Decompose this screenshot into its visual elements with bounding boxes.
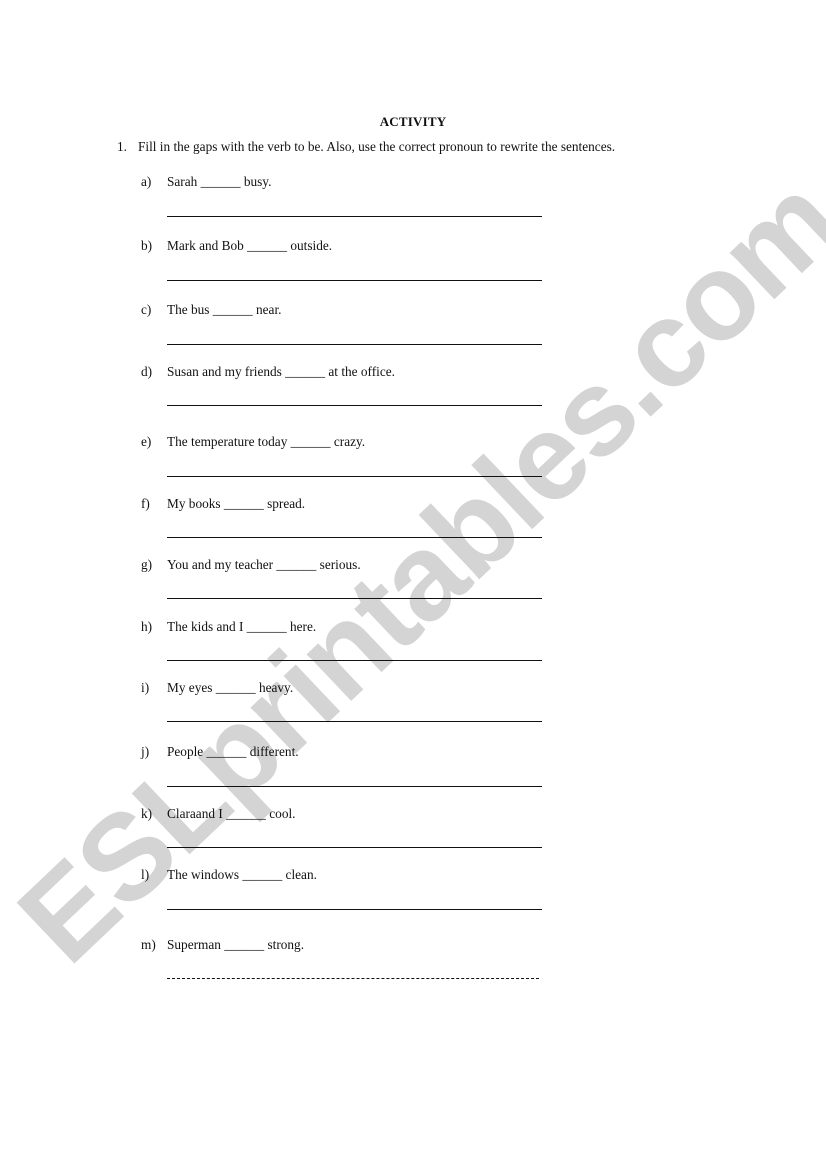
- answer-line[interactable]: [167, 721, 542, 722]
- item-label: a): [141, 174, 152, 189]
- answer-line[interactable]: [167, 598, 542, 599]
- item-sentence: The kids and I ______ here.: [167, 619, 317, 634]
- instruction-text: Fill in the gaps with the verb to be. Al…: [138, 139, 616, 154]
- answer-line[interactable]: [167, 280, 542, 281]
- exercise-item: a) Sarah ______ busy.: [141, 174, 271, 190]
- item-label: j): [141, 744, 150, 759]
- item-label: d): [141, 364, 153, 379]
- answer-line[interactable]: [167, 847, 542, 848]
- exercise-item: c) The bus ______ near.: [141, 302, 281, 318]
- item-sentence: Mark and Bob ______ outside.: [167, 238, 333, 253]
- answer-line[interactable]: [167, 476, 542, 477]
- answer-line[interactable]: [167, 978, 539, 979]
- answer-line[interactable]: [167, 216, 542, 217]
- exercise-item: g) You and my teacher ______ serious.: [141, 557, 361, 573]
- item-label: m): [141, 937, 156, 952]
- exercise-item: m) Superman ______ strong.: [141, 937, 304, 953]
- exercise-item: e) The temperature today ______ crazy.: [141, 434, 365, 450]
- answer-line[interactable]: [167, 344, 542, 345]
- worksheet-page: ESLprintables.com ACTIVITY 1. Fill in the…: [0, 0, 826, 1169]
- item-label: l): [141, 867, 150, 882]
- item-label: g): [141, 557, 153, 572]
- item-sentence: Susan and my friends ______ at the offic…: [167, 364, 395, 379]
- answer-line[interactable]: [167, 909, 542, 910]
- item-sentence: My books ______ spread.: [167, 496, 306, 511]
- item-label: h): [141, 619, 153, 634]
- exercise-item: k) Claraand I ______ cool.: [141, 806, 296, 822]
- item-label: b): [141, 238, 153, 253]
- answer-line[interactable]: [167, 660, 542, 661]
- instruction-number: 1.: [117, 139, 127, 154]
- item-sentence: You and my teacher ______ serious.: [167, 557, 361, 572]
- exercise-item: i) My eyes ______ heavy.: [141, 680, 293, 696]
- item-sentence: Superman ______ strong.: [167, 937, 305, 952]
- instruction: 1. Fill in the gaps with the verb to be. …: [117, 139, 615, 155]
- item-sentence: Sarah ______ busy.: [167, 174, 272, 189]
- exercise-item: b) Mark and Bob ______ outside.: [141, 238, 332, 254]
- item-label: c): [141, 302, 152, 317]
- answer-line[interactable]: [167, 537, 542, 538]
- exercise-item: f) My books ______ spread.: [141, 496, 305, 512]
- exercise-item: h) The kids and I ______ here.: [141, 619, 316, 635]
- watermark: ESLprintables.com: [0, 152, 826, 988]
- exercise-item: d) Susan and my friends ______ at the off…: [141, 364, 395, 380]
- answer-line[interactable]: [167, 405, 542, 406]
- item-sentence: Claraand I ______ cool.: [167, 806, 296, 821]
- item-sentence: The windows ______ clean.: [167, 867, 317, 882]
- item-label: f): [141, 496, 150, 511]
- answer-line[interactable]: [167, 786, 542, 787]
- item-label: i): [141, 680, 150, 695]
- item-sentence: My eyes ______ heavy.: [167, 680, 294, 695]
- worksheet-title: ACTIVITY: [379, 114, 447, 129]
- exercise-item: l) The windows ______ clean.: [141, 867, 317, 883]
- item-sentence: People ______ different.: [167, 744, 299, 759]
- item-label: e): [141, 434, 152, 449]
- item-label: k): [141, 806, 153, 821]
- item-sentence: The temperature today ______ crazy.: [167, 434, 366, 449]
- exercise-item: j) People ______ different.: [141, 744, 299, 760]
- item-sentence: The bus ______ near.: [167, 302, 282, 317]
